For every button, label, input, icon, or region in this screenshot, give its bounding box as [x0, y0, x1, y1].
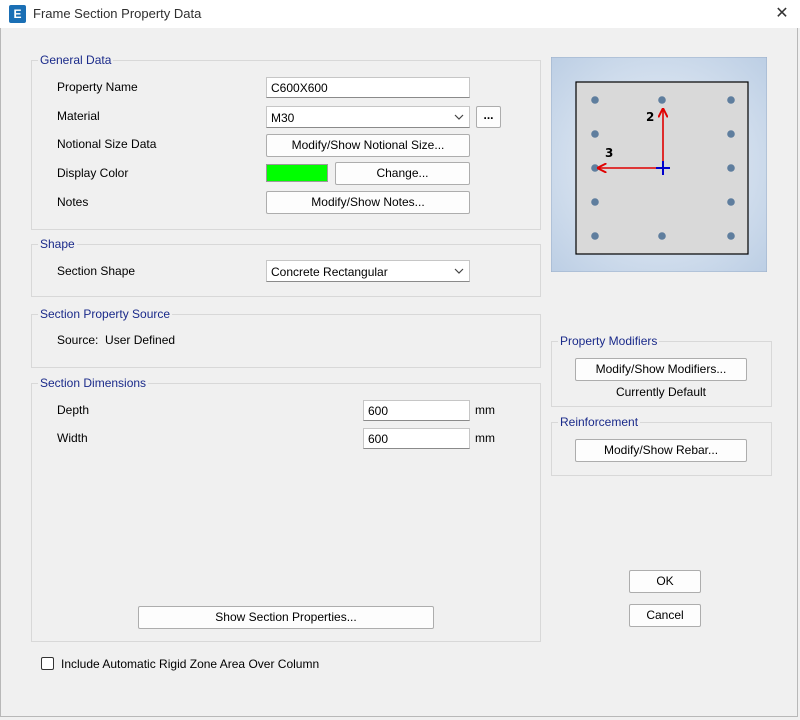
depth-unit: mm [475, 403, 495, 417]
modifiers-status: Currently Default [615, 385, 707, 399]
section-dimensions-group [31, 383, 541, 642]
notional-size-label: Notional Size Data [57, 137, 157, 151]
section-shape-select[interactable]: Concrete Rectangular [266, 260, 470, 282]
close-icon[interactable]: ✕ [771, 3, 793, 25]
material-select[interactable]: M30 [266, 106, 470, 128]
axis-2-label: 2 [646, 110, 654, 124]
shape-title: Shape [38, 237, 77, 251]
section-source-title: Section Property Source [38, 307, 173, 321]
general-data-title: General Data [38, 53, 114, 67]
source-text: Source: User Defined [57, 333, 176, 347]
notes-label: Notes [57, 195, 89, 209]
property-name-label: Property Name [57, 80, 138, 94]
cancel-button[interactable]: Cancel [629, 604, 701, 627]
width-input[interactable]: 600 [363, 428, 470, 449]
notes-button[interactable]: Modify/Show Notes... [266, 191, 470, 214]
chevron-down-icon [454, 268, 464, 274]
rebar-dot [591, 96, 599, 104]
rebar-dot [727, 232, 735, 240]
rebar-dot [727, 198, 735, 206]
notional-size-button[interactable]: Modify/Show Notional Size... [266, 134, 470, 157]
display-color-label: Display Color [57, 166, 129, 180]
rigid-zone-label: Include Automatic Rigid Zone Area Over C… [61, 657, 320, 671]
depth-input[interactable]: 600 [363, 400, 470, 421]
rebar-dot [658, 96, 666, 104]
property-name-input[interactable]: C600X600 [266, 77, 470, 98]
show-section-properties-button[interactable]: Show Section Properties... [138, 606, 434, 629]
display-color-swatch[interactable] [266, 164, 328, 182]
section-dimensions-title: Section Dimensions [38, 376, 149, 390]
rebar-dot [591, 164, 599, 172]
section-shape-label: Section Shape [57, 264, 136, 278]
material-label: Material [57, 109, 100, 123]
rebar-dot [591, 198, 599, 206]
rebar-dot [591, 232, 599, 240]
ok-button[interactable]: OK [629, 570, 701, 593]
section-shape-value: Concrete Rectangular [271, 265, 388, 279]
axis-3-label: 3 [605, 146, 613, 160]
material-browse-button[interactable]: ... [476, 106, 501, 128]
rebar-dot [727, 164, 735, 172]
rebar-dot [727, 130, 735, 138]
modify-rebar-button[interactable]: Modify/Show Rebar... [575, 439, 747, 462]
depth-label: Depth [57, 403, 90, 417]
section-preview-canvas: 2 3 [550, 56, 768, 273]
property-modifiers-title: Property Modifiers [558, 334, 660, 348]
window-title: Frame Section Property Data [33, 6, 202, 21]
section-preview: 2 3 [550, 56, 768, 273]
material-value: M30 [271, 111, 295, 125]
chevron-down-icon [454, 114, 464, 120]
modify-modifiers-button[interactable]: Modify/Show Modifiers... [575, 358, 747, 381]
reinforcement-title: Reinforcement [558, 415, 641, 429]
change-color-button[interactable]: Change... [335, 162, 470, 185]
width-label: Width [57, 431, 88, 445]
rebar-dot [591, 130, 599, 138]
app-icon: E [9, 5, 26, 23]
width-unit: mm [475, 431, 495, 445]
rebar-dot [727, 96, 735, 104]
rebar-dot [658, 232, 666, 240]
rigid-zone-checkbox[interactable] [41, 657, 54, 670]
